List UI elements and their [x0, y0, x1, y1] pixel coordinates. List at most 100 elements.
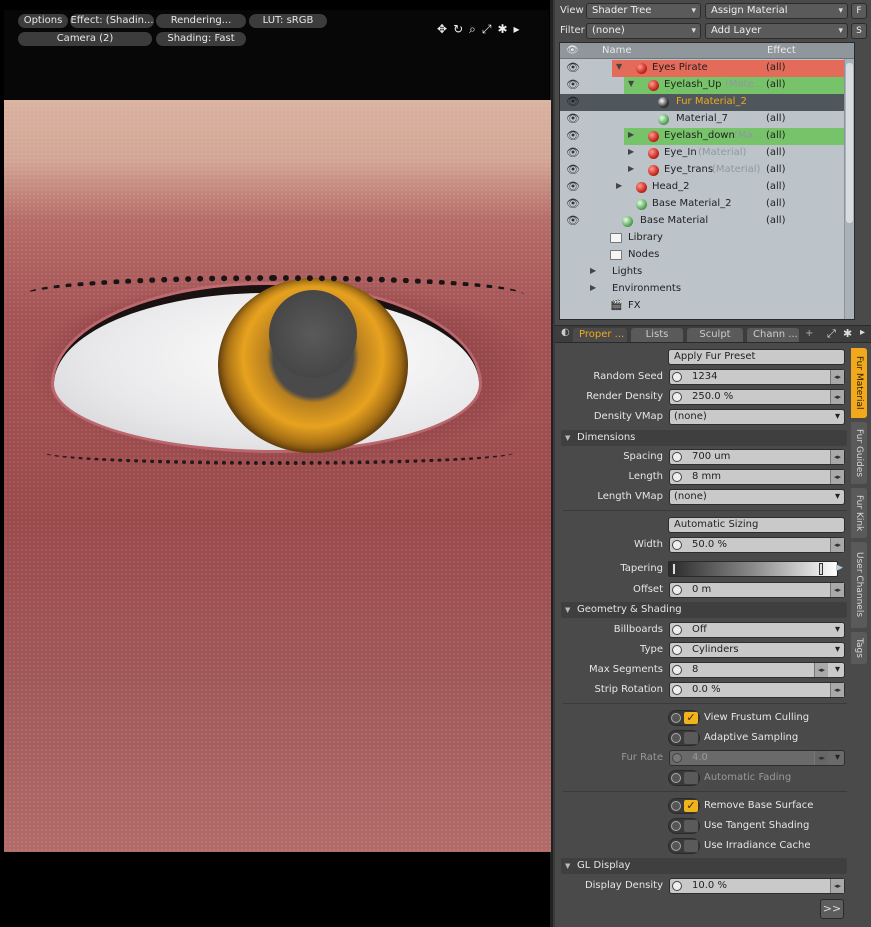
- render-density-field[interactable]: 250.0 % ◂▸: [669, 389, 845, 405]
- automatic-sizing-button[interactable]: Automatic Sizing: [668, 517, 845, 533]
- channel-dot-icon[interactable]: [671, 713, 681, 723]
- panel-menu-icon[interactable]: ◐: [561, 327, 570, 338]
- tab-lists[interactable]: Lists: [631, 328, 683, 342]
- visibility-eye-icon[interactable]: 👁: [566, 62, 580, 74]
- tab-channels[interactable]: Chann ...: [747, 328, 799, 342]
- type-dropdown[interactable]: Cylinders: [669, 642, 845, 658]
- channel-dot-icon[interactable]: [671, 733, 681, 743]
- channel-dot-icon[interactable]: [672, 472, 682, 482]
- channel-dot-icon[interactable]: [672, 881, 682, 891]
- channel-dot-icon[interactable]: [672, 452, 682, 462]
- stepper-icon[interactable]: ◂▸: [830, 538, 844, 552]
- zoom-icon[interactable]: ⌕: [469, 22, 476, 37]
- tab-sculpt[interactable]: Sculpt: [687, 328, 743, 342]
- visibility-eye-icon[interactable]: 👁: [566, 164, 580, 176]
- tapering-gradient-slider[interactable]: [668, 561, 838, 577]
- options-button[interactable]: Options: [18, 14, 68, 28]
- fit-icon[interactable]: ⤢: [482, 22, 492, 37]
- visibility-eye-icon[interactable]: 👁: [566, 96, 580, 108]
- tree-row-environments[interactable]: ▶ Environments: [560, 281, 854, 298]
- visibility-eye-icon[interactable]: 👁: [566, 113, 580, 125]
- strip-rotation-field[interactable]: 0.0 % ◂▸: [669, 682, 845, 698]
- effect-column-header[interactable]: Effect: [767, 45, 796, 56]
- lut-button[interactable]: LUT: sRGB: [249, 14, 327, 28]
- view-dropdown[interactable]: Shader Tree: [586, 3, 701, 19]
- visibility-eye-icon[interactable]: 👁: [566, 79, 580, 91]
- max-segments-field[interactable]: 8 ◂▸: [669, 662, 845, 678]
- rotate-icon[interactable]: ↻: [453, 22, 463, 37]
- vtab-tags[interactable]: Tags: [851, 632, 867, 664]
- display-density-field[interactable]: 10.0 % ◂▸: [669, 878, 845, 894]
- stepper-icon[interactable]: ◂▸: [830, 450, 844, 464]
- channel-dot-icon[interactable]: [672, 585, 682, 595]
- channel-dot-icon[interactable]: [672, 372, 682, 382]
- filter-dropdown[interactable]: (none): [586, 23, 701, 39]
- tree-row-fx[interactable]: 🎬 FX: [560, 298, 854, 315]
- chevron-right-icon[interactable]: ▸: [860, 327, 865, 338]
- stepper-icon[interactable]: ◂▸: [814, 663, 828, 677]
- stepper-icon[interactable]: ◂▸: [830, 583, 844, 597]
- vtab-fur-guides[interactable]: Fur Guides: [851, 422, 867, 484]
- 3d-viewport[interactable]: Options Effect: (Shadin... Rendering... …: [0, 0, 553, 927]
- stepper-icon[interactable]: ◂▸: [830, 683, 844, 697]
- expand-arrow-icon[interactable]: ▸: [514, 22, 520, 37]
- tree-row-base-material[interactable]: 👁 Base Material (all): [560, 213, 854, 230]
- name-column-header[interactable]: Name: [602, 45, 632, 56]
- tree-row-head-2[interactable]: 👁 ▶ Head_2 (all): [560, 179, 854, 196]
- visibility-eye-icon[interactable]: 👁: [566, 198, 580, 210]
- offset-field[interactable]: 0 m ◂▸: [669, 582, 845, 598]
- stepper-icon[interactable]: ◂▸: [830, 470, 844, 484]
- play-arrow-icon[interactable]: ▶: [836, 563, 843, 573]
- tree-row-nodes[interactable]: Nodes: [560, 247, 854, 264]
- visibility-eye-icon[interactable]: 👁: [566, 147, 580, 159]
- expand-arrow-icon[interactable]: ▶: [616, 181, 622, 190]
- f-button[interactable]: F: [851, 3, 867, 19]
- tree-row-material-7[interactable]: 👁 Material_7 (all): [560, 111, 854, 128]
- move-icon[interactable]: ✥: [437, 22, 447, 37]
- tree-row-lights[interactable]: ▶ Lights: [560, 264, 854, 281]
- gear-icon[interactable]: ✱: [497, 22, 507, 37]
- shader-tree[interactable]: 👁 Name Effect 👁 ▼ Eyes Pirate (all) 👁 ▼ …: [559, 42, 855, 320]
- rendering-button[interactable]: Rendering...: [156, 14, 246, 28]
- expand-arrow-icon[interactable]: ▶: [590, 266, 596, 275]
- tree-row-eye-trans[interactable]: 👁 ▶ Eye_trans (Material) (all): [560, 162, 854, 179]
- tab-properties[interactable]: Proper ...: [573, 328, 627, 342]
- gear-icon[interactable]: ✱: [843, 327, 852, 340]
- width-field[interactable]: 50.0 % ◂▸: [669, 537, 845, 553]
- dimensions-section[interactable]: Dimensions: [561, 430, 847, 446]
- channel-dot-icon[interactable]: [672, 625, 682, 635]
- spacing-field[interactable]: 700 um ◂▸: [669, 449, 845, 465]
- channel-dot-icon[interactable]: [672, 645, 682, 655]
- view-frustum-checkbox[interactable]: ✓: [668, 710, 700, 726]
- length-vmap-dropdown[interactable]: (none): [669, 489, 845, 505]
- visibility-eye-icon[interactable]: 👁: [566, 215, 580, 227]
- more-button[interactable]: >>: [820, 899, 844, 919]
- expand-arrow-icon[interactable]: ▶: [590, 283, 596, 292]
- channel-dot-icon[interactable]: [671, 801, 681, 811]
- expand-icon[interactable]: ⤢: [827, 327, 836, 341]
- camera-button[interactable]: Camera (2): [18, 32, 152, 46]
- gl-display-section[interactable]: GL Display: [561, 858, 847, 874]
- length-field[interactable]: 8 mm ◂▸: [669, 469, 845, 485]
- vtab-user-channels[interactable]: User Channels: [851, 542, 867, 628]
- channel-dot-icon[interactable]: [672, 540, 682, 550]
- shading-button[interactable]: Shading: Fast: [156, 32, 246, 46]
- visibility-eye-icon[interactable]: 👁: [566, 181, 580, 193]
- density-vmap-dropdown[interactable]: (none): [669, 409, 845, 425]
- tangent-shading-checkbox[interactable]: [668, 818, 700, 834]
- tree-row-eyes-pirate[interactable]: 👁 ▼ Eyes Pirate (all): [560, 60, 854, 77]
- apply-fur-preset-button[interactable]: Apply Fur Preset: [668, 349, 845, 365]
- expand-arrow-icon[interactable]: ▶: [628, 147, 634, 156]
- vtab-fur-material[interactable]: Fur Material: [851, 348, 867, 418]
- stepper-icon[interactable]: ◂▸: [830, 390, 844, 404]
- assign-material-button[interactable]: Assign Material: [705, 3, 848, 19]
- tree-scrollbar[interactable]: [844, 59, 854, 319]
- stepper-icon[interactable]: ◂▸: [830, 370, 844, 384]
- stepper-icon[interactable]: ◂▸: [830, 879, 844, 893]
- expand-arrow-icon[interactable]: ▼: [628, 79, 634, 88]
- random-seed-field[interactable]: 1234 ◂▸: [669, 369, 845, 385]
- visibility-eye-icon[interactable]: 👁: [566, 130, 580, 142]
- channel-dot-icon[interactable]: [672, 685, 682, 695]
- tree-row-eye-in[interactable]: 👁 ▶ Eye_In (Material) (all): [560, 145, 854, 162]
- channel-dot-icon[interactable]: [672, 392, 682, 402]
